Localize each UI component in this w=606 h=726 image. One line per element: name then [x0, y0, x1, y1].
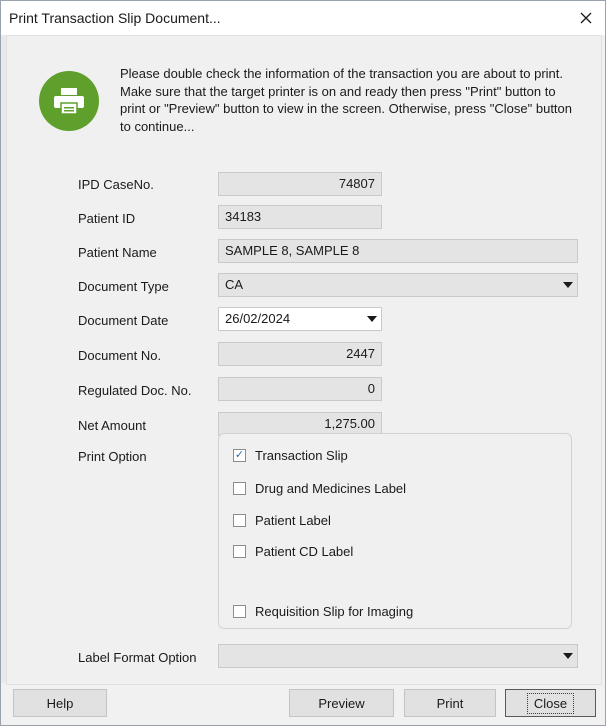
help-button[interactable]: Help	[13, 689, 107, 717]
document-type-value: CA	[225, 277, 244, 292]
close-button-label: Close	[526, 692, 575, 714]
document-date-value: 26/02/2024	[225, 311, 291, 326]
document-type-dropdown[interactable]: CA	[218, 273, 578, 297]
close-icon	[580, 12, 592, 24]
option-patient-label[interactable]: Patient Label	[233, 512, 331, 528]
label-format-option-dropdown[interactable]	[218, 644, 578, 668]
document-type-label: Document Type	[78, 279, 169, 294]
chevron-down-icon[interactable]	[363, 308, 381, 330]
window-title: Print Transaction Slip Document...	[9, 10, 221, 26]
option-drug-medicines-label[interactable]: Drug and Medicines Label	[233, 480, 406, 496]
close-button[interactable]: Close	[505, 689, 596, 717]
option-patient-cd-label[interactable]: Patient CD Label	[233, 543, 353, 559]
regulated-doc-no-field[interactable]: 0	[218, 377, 382, 401]
option-label: Requisition Slip for Imaging	[255, 603, 414, 619]
window-close-button[interactable]	[567, 1, 605, 35]
option-transaction-slip[interactable]: ✓ Transaction Slip	[233, 447, 348, 463]
transaction-slip-checkbox[interactable]: ✓	[233, 448, 246, 462]
printer-icon	[39, 71, 99, 131]
net-amount-label: Net Amount	[78, 418, 146, 433]
option-label: Patient Label	[255, 512, 331, 528]
patient-id-field[interactable]: 34183	[218, 205, 382, 229]
chevron-down-icon[interactable]	[559, 645, 577, 667]
print-button[interactable]: Print	[404, 689, 496, 717]
requisition-slip-checkbox[interactable]	[233, 604, 246, 618]
label-format-option-label: Label Format Option	[78, 650, 197, 665]
option-label: Transaction Slip	[255, 447, 348, 463]
patient-id-label: Patient ID	[78, 211, 136, 226]
option-requisition-slip-imaging[interactable]: Requisition Slip for Imaging	[233, 603, 413, 619]
option-label: Patient CD Label	[255, 543, 354, 559]
instruction-message: Please double check the information of t…	[120, 66, 572, 134]
patient-name-label: Patient Name	[78, 245, 157, 260]
document-no-label: Document No.	[78, 348, 162, 363]
chevron-down-icon[interactable]	[559, 274, 577, 296]
regulated-doc-no-label: Regulated Doc. No.	[78, 383, 192, 398]
drug-medicines-label-checkbox[interactable]	[233, 481, 246, 495]
document-date-picker[interactable]: 26/02/2024	[218, 307, 382, 331]
ipd-caseno-label: IPD CaseNo.	[78, 177, 154, 192]
option-label: Drug and Medicines Label	[255, 480, 407, 496]
preview-button[interactable]: Preview	[289, 689, 394, 717]
ipd-caseno-field[interactable]: 74807	[218, 172, 382, 196]
document-date-label: Document Date	[78, 313, 169, 328]
document-no-field[interactable]: 2447	[218, 342, 382, 366]
title-bar: Print Transaction Slip Document...	[1, 1, 605, 35]
patient-cd-label-checkbox[interactable]	[233, 544, 246, 558]
patient-label-checkbox[interactable]	[233, 513, 246, 527]
print-dialog-window: Print Transaction Slip Document... Pleas…	[0, 0, 606, 726]
print-option-label: Print Option	[78, 449, 147, 464]
patient-name-field[interactable]: SAMPLE 8, SAMPLE 8	[218, 239, 578, 263]
